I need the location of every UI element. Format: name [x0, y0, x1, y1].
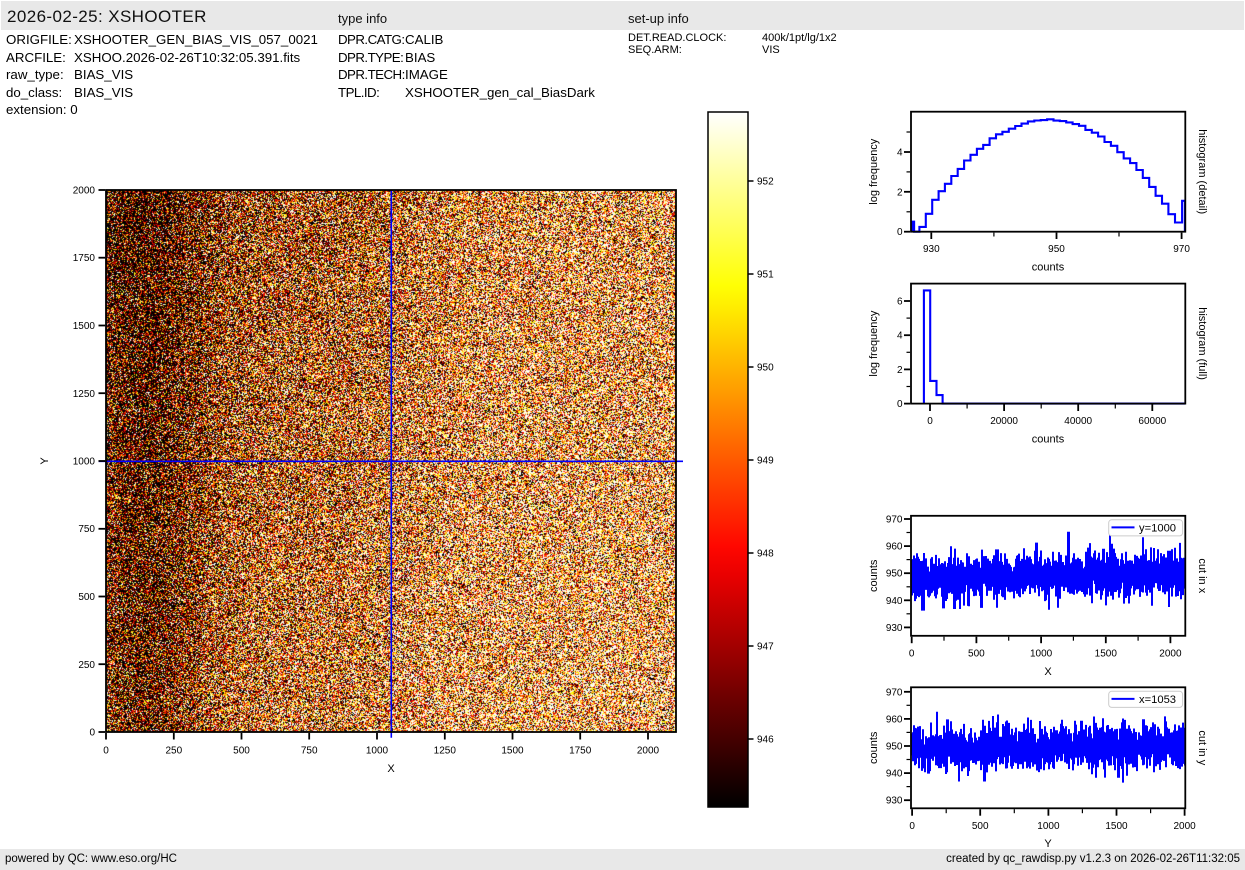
- svg-text:40000: 40000: [1064, 416, 1092, 427]
- svg-text:20000: 20000: [990, 416, 1018, 427]
- svg-text:histogram (full): histogram (full): [1196, 307, 1208, 380]
- svg-text:2000: 2000: [73, 186, 96, 197]
- svg-text:histogram (detail): histogram (detail): [1196, 129, 1208, 214]
- svg-text:0: 0: [103, 746, 109, 757]
- svg-text:1000: 1000: [366, 746, 389, 757]
- svg-text:X: X: [387, 763, 395, 775]
- svg-text:750: 750: [78, 524, 95, 535]
- svg-text:949: 949: [757, 456, 774, 467]
- svg-text:946: 946: [757, 735, 774, 746]
- svg-text:4: 4: [897, 148, 903, 159]
- svg-text:950: 950: [757, 363, 774, 374]
- svg-text:970: 970: [886, 515, 903, 526]
- svg-text:948: 948: [757, 549, 774, 560]
- svg-text:750: 750: [301, 746, 318, 757]
- svg-text:950: 950: [1048, 244, 1065, 255]
- svg-text:1500: 1500: [1105, 821, 1128, 832]
- svg-text:250: 250: [165, 746, 182, 757]
- svg-text:cut in x: cut in x: [1196, 558, 1208, 593]
- svg-text:0: 0: [897, 227, 903, 238]
- svg-text:1750: 1750: [569, 746, 592, 757]
- svg-text:970: 970: [886, 687, 903, 698]
- svg-text:x=1053: x=1053: [1139, 694, 1176, 706]
- svg-text:0: 0: [897, 399, 903, 410]
- svg-text:log frequency: log frequency: [868, 138, 880, 205]
- svg-text:2000: 2000: [1159, 649, 1182, 660]
- svg-text:940: 940: [886, 596, 903, 607]
- svg-text:940: 940: [886, 769, 903, 780]
- svg-text:1000: 1000: [1037, 821, 1060, 832]
- svg-text:counts: counts: [1032, 262, 1065, 274]
- svg-text:951: 951: [757, 270, 774, 281]
- svg-text:930: 930: [923, 244, 940, 255]
- svg-text:Y: Y: [39, 457, 51, 465]
- svg-text:2: 2: [897, 365, 903, 376]
- svg-text:947: 947: [757, 642, 774, 653]
- svg-text:1000: 1000: [1030, 649, 1053, 660]
- svg-text:500: 500: [968, 649, 985, 660]
- svg-text:counts: counts: [1032, 434, 1065, 446]
- svg-text:1250: 1250: [434, 746, 457, 757]
- svg-text:1500: 1500: [73, 321, 96, 332]
- svg-text:4: 4: [897, 331, 903, 342]
- svg-text:0: 0: [89, 728, 95, 739]
- svg-text:1250: 1250: [73, 389, 96, 400]
- svg-text:counts: counts: [868, 559, 880, 592]
- svg-text:952: 952: [757, 177, 774, 188]
- svg-text:log frequency: log frequency: [868, 310, 880, 377]
- svg-text:60000: 60000: [1138, 416, 1166, 427]
- svg-text:500: 500: [972, 821, 989, 832]
- svg-text:2000: 2000: [637, 746, 660, 757]
- svg-text:1000: 1000: [73, 457, 96, 468]
- svg-text:250: 250: [78, 660, 95, 671]
- svg-text:950: 950: [886, 569, 903, 580]
- svg-text:y=1000: y=1000: [1139, 523, 1176, 535]
- svg-text:960: 960: [886, 714, 903, 725]
- svg-text:X: X: [1044, 666, 1052, 678]
- svg-text:0: 0: [909, 649, 915, 660]
- svg-text:0: 0: [909, 821, 915, 832]
- svg-text:2: 2: [897, 187, 903, 198]
- svg-text:960: 960: [886, 542, 903, 553]
- svg-text:1500: 1500: [501, 746, 524, 757]
- svg-text:930: 930: [886, 623, 903, 634]
- svg-text:950: 950: [886, 742, 903, 753]
- svg-text:counts: counts: [868, 731, 880, 764]
- svg-text:930: 930: [886, 796, 903, 807]
- svg-text:cut in y: cut in y: [1196, 730, 1208, 765]
- svg-text:2000: 2000: [1173, 821, 1196, 832]
- svg-text:500: 500: [78, 592, 95, 603]
- svg-text:1500: 1500: [1095, 649, 1118, 660]
- svg-text:970: 970: [1173, 244, 1190, 255]
- svg-text:0: 0: [927, 416, 933, 427]
- svg-text:1750: 1750: [73, 253, 96, 264]
- svg-text:6: 6: [897, 297, 903, 308]
- svg-text:500: 500: [233, 746, 250, 757]
